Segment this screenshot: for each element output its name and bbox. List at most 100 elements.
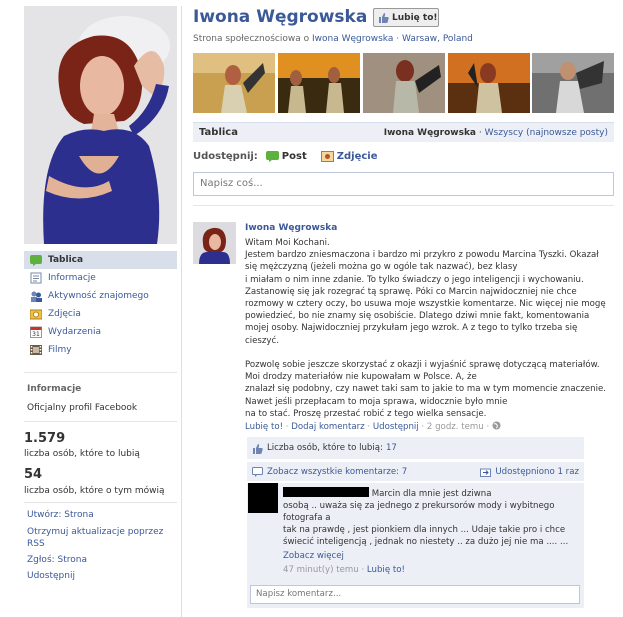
talking-count: 54 (24, 467, 43, 482)
report-page-link[interactable]: Zgłoś: Strona (27, 555, 87, 565)
comment-text-line: Marcin dla mnie jest dziwna (371, 489, 492, 499)
film-icon (30, 344, 42, 356)
post-message: Witam Moi Kochani. Jestem bardzo zniesma… (245, 238, 606, 419)
sidebar-item-label: Filmy (48, 345, 72, 355)
likes-text: Liczba osób, które to lubią: (267, 443, 383, 453)
commenter-avatar[interactable] (248, 483, 278, 513)
likes-label: liczba osób, które to lubią (24, 449, 140, 459)
divider (24, 372, 177, 373)
separator: · (421, 422, 425, 432)
photo-thumbnail[interactable] (278, 53, 360, 113)
filter-all-link[interactable]: Wszyscy (najnowsze posty) (485, 128, 608, 138)
photos-icon (29, 308, 43, 320)
profile-picture[interactable] (24, 6, 177, 244)
status-input[interactable]: Napisz coś... (193, 172, 614, 196)
wall-tab-title: Tablica (199, 127, 238, 138)
wall-icon (30, 254, 42, 266)
sidebar-item-friends-activity[interactable]: Aktywność znajomego (24, 287, 177, 305)
post-likes-box: Liczba osób, które to lubią: 17 (247, 437, 584, 459)
post-author-name[interactable]: Iwona Węgrowska (245, 223, 337, 233)
svg-text:31: 31 (32, 331, 40, 338)
separator: · (285, 422, 289, 432)
page-subtitle: Strona społecznościowa o Iwona Węgrowska… (193, 34, 473, 44)
post-actions: Lubię to! · Dodaj komentarz · Udostępnij… (245, 421, 501, 433)
sidebar-item-events[interactable]: 31 Wydarzenia (24, 323, 177, 341)
photo-thumbnail[interactable] (363, 53, 445, 113)
page-title[interactable]: Iwona Węgrowska (193, 7, 367, 27)
share-icon (480, 467, 492, 477)
divider (24, 502, 177, 503)
likes-count-link[interactable]: 17 (386, 443, 397, 453)
rss-link[interactable]: Otrzymuj aktualizacje poprzez RSS (27, 526, 167, 550)
sidebar-item-label: Tablica (48, 255, 84, 265)
photo-thumbnail[interactable] (193, 53, 275, 113)
shared-count-link[interactable]: Udostępniono 1 raz (480, 467, 579, 477)
info-icon (30, 272, 42, 284)
sidebar-item-photos[interactable]: Zdjęcia (24, 305, 177, 323)
post-comment-link[interactable]: Dodaj komentarz (291, 422, 364, 432)
sidebar-item-label: Zdjęcia (48, 309, 81, 319)
left-navigation: Tablica Informacje Aktywność znajomego Z… (24, 251, 177, 359)
sidebar-item-label: Aktywność znajomego (48, 291, 149, 301)
share-page-link[interactable]: Udostępnij (27, 571, 75, 581)
comments-header: Zobacz wszystkie komentarze: 7 Udostępni… (247, 461, 584, 481)
redacted-name (283, 487, 369, 497)
sidebar-item-label: Wydarzenia (48, 327, 101, 337)
post-tab[interactable]: Post (265, 150, 307, 162)
post-share-link[interactable]: Udostępnij (373, 422, 419, 432)
see-more-link[interactable]: Zobacz więcej (283, 550, 578, 562)
post-author-avatar[interactable] (193, 222, 236, 264)
share-label: Udostępnij: (193, 150, 258, 162)
create-page-link[interactable]: Utwórz: Strona (27, 510, 94, 520)
comment-text-line: osobą .. uważa się za jednego z prekurso… (283, 501, 555, 523)
post-tab-label: Post (281, 150, 307, 162)
photo-thumbnail[interactable] (532, 53, 614, 113)
thumbs-up-icon (378, 12, 389, 23)
photo-icon (320, 150, 334, 162)
filter-separator: · (478, 127, 482, 138)
shared-count-label: Udostępniono 1 raz (495, 466, 579, 477)
comment-icon (252, 466, 263, 477)
subtitle-prefix: Strona społecznościowa o (193, 34, 310, 44)
friends-activity-icon (30, 290, 42, 302)
post-timestamp[interactable]: 2 godz. temu (427, 422, 484, 432)
see-all-comments-label: Zobacz wszystkie komentarze: 7 (267, 466, 408, 477)
status-icon (265, 150, 279, 162)
comment-timestamp[interactable]: 47 minut(y) temu (283, 565, 359, 575)
sidebar-item-info[interactable]: Informacje (24, 269, 177, 287)
sidebar-item-films[interactable]: Filmy (24, 341, 177, 359)
sidebar-item-wall[interactable]: Tablica (24, 251, 177, 269)
comment-text-line: tak na prawdę , jest pionkiem dla innych… (283, 525, 569, 547)
subtitle-person-link[interactable]: Iwona Węgrowska (312, 34, 393, 44)
location-link[interactable]: Warsaw, Poland (402, 34, 473, 44)
talking-label: liczba osób, które o tym mówią (24, 486, 165, 496)
photo-tab[interactable]: Zdjęcie (320, 150, 378, 162)
divider (24, 421, 177, 422)
calendar-icon: 31 (30, 326, 42, 338)
separator: · (361, 565, 365, 575)
column-divider (181, 6, 182, 617)
separator: · (367, 422, 371, 432)
thumbs-up-icon (252, 443, 263, 454)
photo-tab-label: Zdjęcie (336, 150, 378, 162)
sidebar-item-label: Informacje (48, 273, 96, 283)
see-all-comments-link[interactable]: Zobacz wszystkie komentarze: 7 (252, 466, 408, 477)
comment-meta: 47 minut(y) temu · Lubię to! (283, 564, 578, 576)
filter-page-name[interactable]: Iwona Węgrowska (384, 128, 476, 138)
like-button-label: Lubię to! (392, 12, 438, 23)
info-text: Oficjalny profil Facebook (27, 403, 138, 413)
subtitle-separator: · (396, 34, 400, 44)
globe-icon (492, 421, 501, 433)
likes-count: 1.579 (24, 431, 66, 446)
info-section-title: Informacje (27, 384, 82, 394)
like-page-button[interactable]: Lubię to! (373, 8, 439, 27)
composer-options: Udostępnij: Post Zdjęcie (193, 150, 378, 162)
post-like-link[interactable]: Lubię to! (245, 422, 283, 432)
photo-thumbnail[interactable] (448, 53, 530, 113)
divider (193, 205, 614, 206)
comment-input[interactable]: Napisz komentarz... (250, 585, 580, 604)
separator: · (486, 422, 490, 432)
wall-filter-bar: Tablica Iwona Węgrowska · Wszyscy (najno… (193, 122, 614, 142)
comment-like-link[interactable]: Lubię to! (367, 565, 405, 575)
comment-body: Marcin dla mnie jest dziwna osobą .. uwa… (283, 487, 578, 576)
